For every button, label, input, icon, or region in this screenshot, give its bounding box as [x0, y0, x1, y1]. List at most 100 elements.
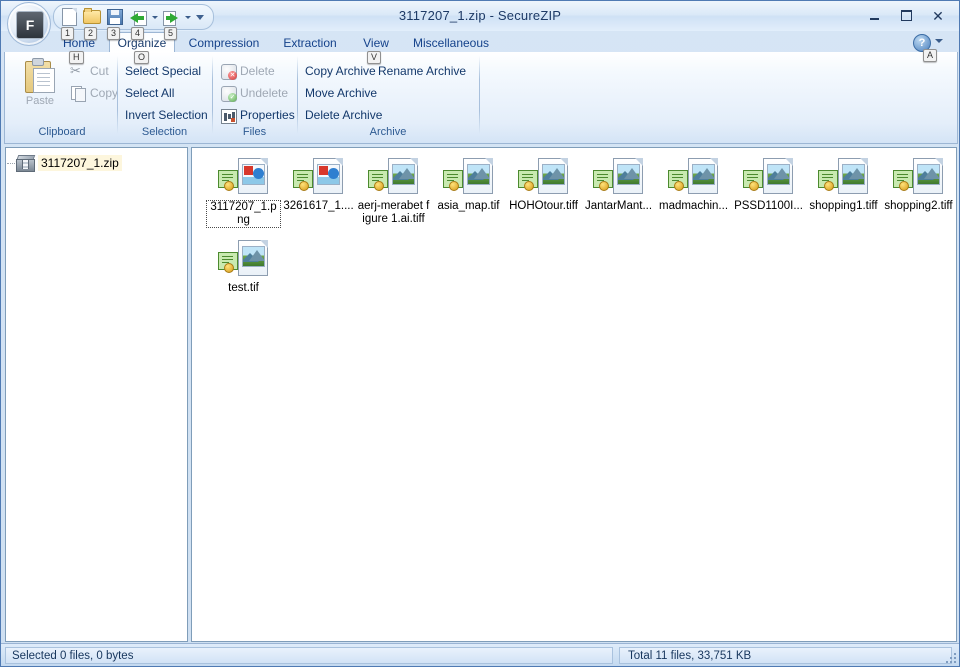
- tree-item-archive-root[interactable]: 3117207_1.zip: [7, 155, 122, 172]
- maximize-icon: [900, 10, 912, 21]
- document-page-icon: [687, 158, 718, 194]
- keytip-4: 4: [131, 27, 145, 40]
- paste-label: Paste: [25, 95, 55, 107]
- file-name-label: JantarMant...: [584, 200, 653, 212]
- archive-package-icon: [15, 155, 36, 172]
- file-item[interactable]: asia_map.tif: [431, 156, 506, 228]
- document-page-icon: [387, 158, 418, 194]
- group-label-selection: Selection: [141, 126, 188, 138]
- help-chevron-down-icon[interactable]: [935, 39, 943, 43]
- tab-extraction-label: Extraction: [283, 35, 337, 50]
- document-page-icon: [312, 158, 343, 194]
- tab-miscellaneous[interactable]: Miscellaneous: [403, 32, 499, 53]
- status-total-text: Total 11 files, 33,751 KB: [619, 647, 952, 664]
- file-item[interactable]: shopping1.tiff: [806, 156, 881, 228]
- move-archive-button[interactable]: Move Archive: [302, 82, 380, 104]
- copy-button[interactable]: Copy: [67, 82, 121, 104]
- file-item[interactable]: 3261617_1....: [281, 156, 356, 228]
- qat-customize-chevron-down-icon[interactable]: [193, 7, 207, 27]
- properties-button[interactable]: Properties: [217, 104, 298, 126]
- group-label-clipboard: Clipboard: [38, 126, 86, 138]
- landscape-thumbnail-icon: [391, 164, 415, 185]
- group-separator-4: [479, 56, 480, 134]
- tree-connector-line: [7, 163, 15, 164]
- move-archive-label: Move Archive: [305, 86, 378, 100]
- rename-archive-button[interactable]: Rename Archive: [375, 60, 469, 82]
- ribbon-group-files: ✕ Delete ✓ Undelete Properties Files: [213, 54, 296, 140]
- file-item[interactable]: aerj-merabet figure 1.ai.tiff: [356, 156, 431, 228]
- qat-extract-files-button[interactable]: 4: [127, 7, 149, 40]
- minimize-icon: [869, 17, 879, 20]
- signed-certificate-icon: [292, 170, 313, 191]
- close-button[interactable]: ✕: [923, 5, 953, 26]
- file-item[interactable]: HOHOtour.tiff: [506, 156, 581, 228]
- file-icon: [892, 156, 945, 198]
- delete-archive-button[interactable]: Delete Archive: [302, 104, 385, 126]
- document-page-icon: [237, 240, 268, 276]
- signed-certificate-icon: [367, 170, 388, 191]
- tab-compression[interactable]: Compression: [181, 32, 267, 53]
- add-arrow-icon: [162, 10, 180, 26]
- landscape-thumbnail-icon: [691, 164, 715, 185]
- status-selection-text: Selected 0 files, 0 bytes: [5, 647, 613, 664]
- signed-certificate-icon: [592, 170, 613, 191]
- tab-view-label: View: [363, 35, 389, 50]
- file-icon: [292, 156, 345, 198]
- status-bar: Selected 0 files, 0 bytes Total 11 files…: [1, 643, 959, 666]
- copy-icon: [70, 85, 86, 102]
- file-item[interactable]: JantarMant...: [581, 156, 656, 228]
- save-icon: [107, 9, 123, 25]
- png-thumbnail-icon: [241, 164, 265, 185]
- signed-certificate-icon: [667, 170, 688, 191]
- add-dropdown-chevron-down-icon[interactable]: [183, 7, 192, 27]
- delete-icon: ✕: [220, 63, 237, 80]
- keytip-view: V: [367, 51, 382, 64]
- window-controls: ✕: [859, 5, 953, 26]
- landscape-thumbnail-icon: [616, 164, 640, 185]
- file-name-label: asia_map.tif: [437, 200, 500, 212]
- extract-arrow-icon: [129, 10, 147, 26]
- maximize-button[interactable]: [891, 5, 921, 26]
- file-item[interactable]: shopping2.tiff: [881, 156, 956, 228]
- keytip-home: H: [69, 51, 84, 64]
- qat-add-files-button[interactable]: 5: [160, 7, 182, 40]
- file-item[interactable]: madmachin...: [656, 156, 731, 228]
- file-item[interactable]: test.tif: [206, 238, 281, 295]
- archive-tree-panel[interactable]: 3117207_1.zip: [5, 147, 188, 642]
- tab-extraction[interactable]: Extraction: [273, 32, 347, 53]
- file-name-label: PSSD1100I...: [734, 200, 803, 212]
- file-list-panel[interactable]: 3117207_1.png 3261617_1.... aerj-merabet f…: [191, 147, 957, 642]
- delete-archive-label: Delete Archive: [305, 108, 383, 122]
- keytip-1: 1: [61, 27, 75, 40]
- ribbon-group-clipboard: Paste ✂ Cut Copy Clipboard: [7, 54, 118, 140]
- paste-button[interactable]: Paste: [13, 58, 67, 107]
- qat-save-archive-button[interactable]: 3: [104, 7, 126, 40]
- properties-icon: [220, 107, 237, 124]
- file-name-label: test.tif: [228, 282, 259, 294]
- select-all-button[interactable]: Select All: [122, 82, 177, 104]
- tree-item-label: 3117207_1.zip: [38, 155, 122, 171]
- file-item[interactable]: 3117207_1.png: [206, 156, 281, 228]
- extract-dropdown-chevron-down-icon[interactable]: [150, 7, 159, 27]
- file-icon: [442, 156, 495, 198]
- file-item[interactable]: PSSD1100I...: [731, 156, 806, 228]
- rename-archive-label: Rename Archive: [378, 64, 467, 78]
- signed-certificate-icon: [742, 170, 763, 191]
- ribbon-group-selection: Select Special Select All Invert Selecti…: [118, 54, 211, 140]
- tab-view[interactable]: View: [355, 32, 397, 53]
- cut-label: Cut: [90, 64, 109, 78]
- qat-open-archive-button[interactable]: 2: [81, 7, 103, 40]
- landscape-thumbnail-icon: [466, 164, 490, 185]
- undelete-button[interactable]: ✓ Undelete: [217, 82, 291, 104]
- file-name-label: madmachin...: [658, 200, 729, 212]
- invert-selection-button[interactable]: Invert Selection: [122, 104, 211, 126]
- delete-button[interactable]: ✕ Delete: [217, 60, 278, 82]
- qat-new-archive-button[interactable]: 1: [58, 7, 80, 40]
- signed-certificate-icon: [817, 170, 838, 191]
- file-name-label: shopping1.tiff: [809, 200, 878, 212]
- resize-grip[interactable]: [944, 651, 956, 663]
- tab-miscellaneous-label: Miscellaneous: [412, 35, 490, 50]
- select-special-label: Select Special: [125, 64, 202, 78]
- scissors-icon: ✂: [70, 63, 81, 78]
- minimize-button[interactable]: [859, 5, 889, 26]
